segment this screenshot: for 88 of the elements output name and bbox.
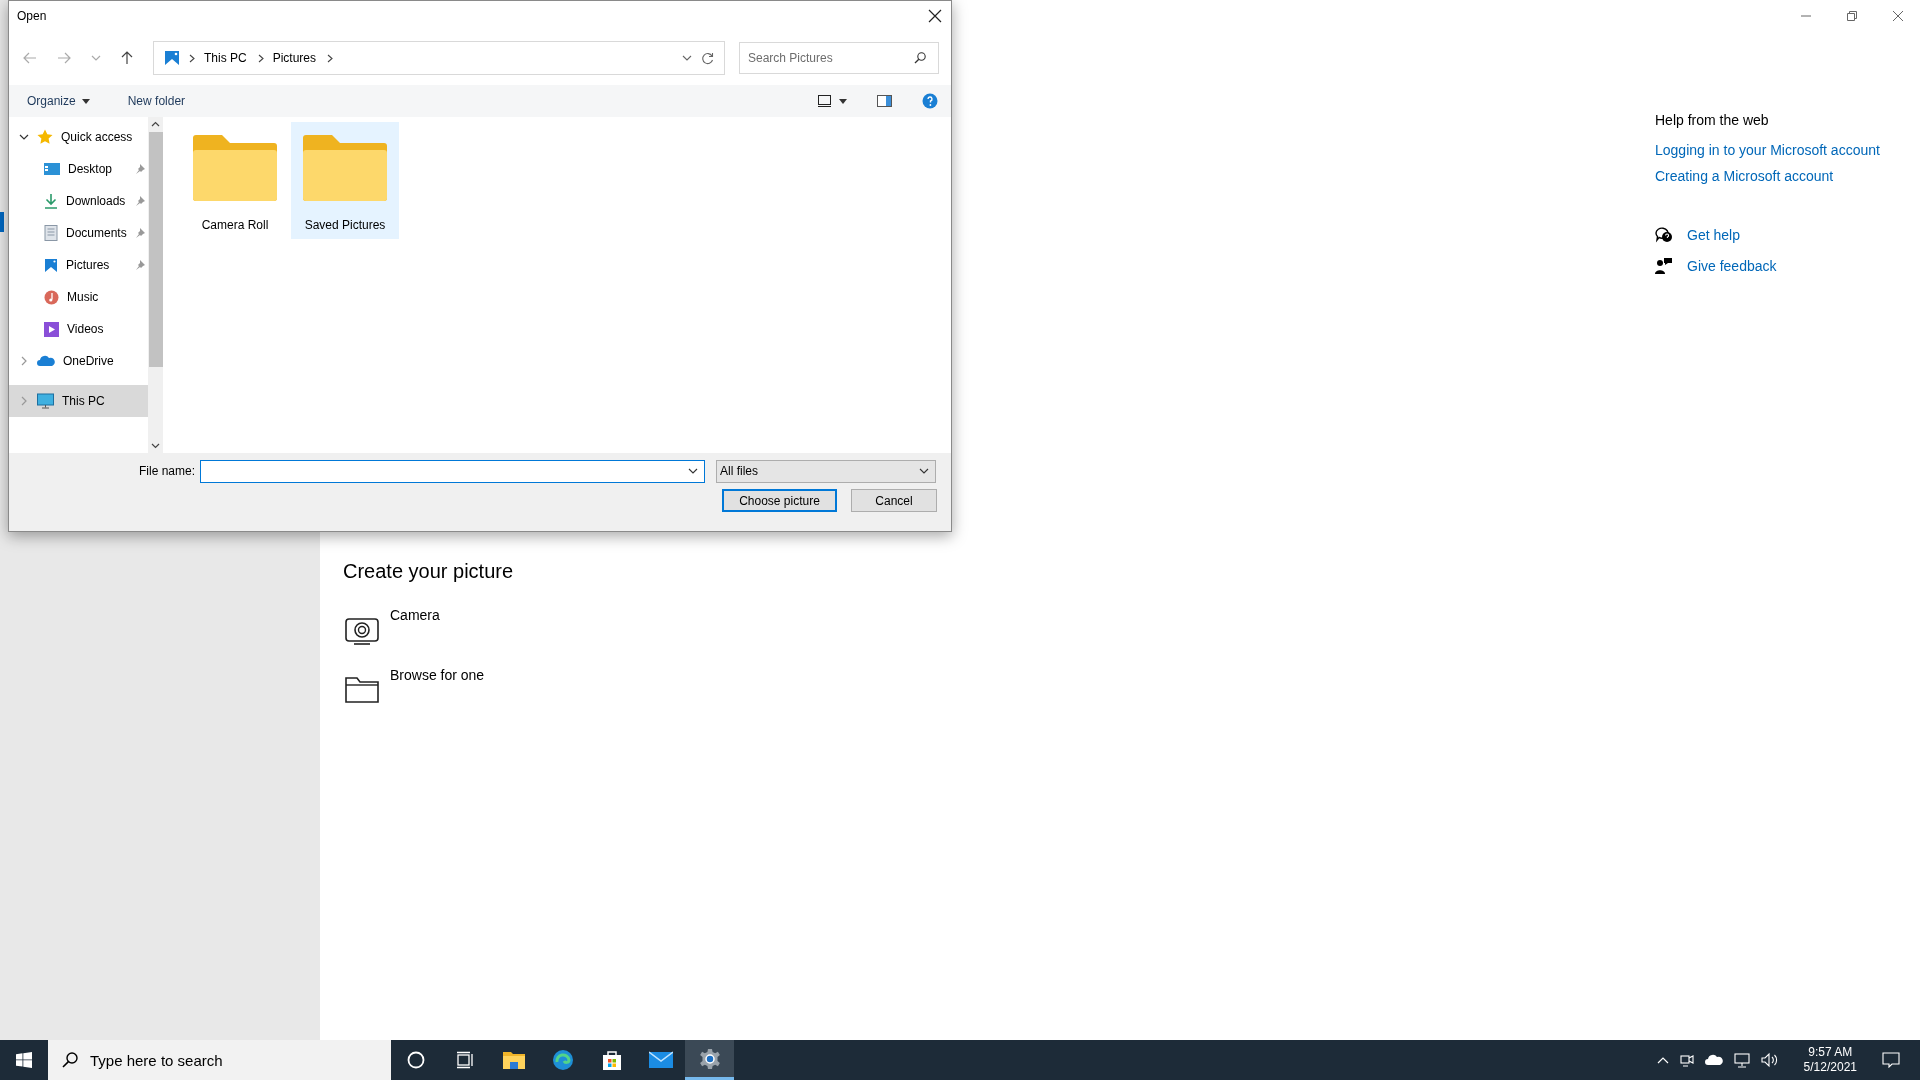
search-placeholder: Type here to search <box>90 1051 223 1069</box>
scroll-down-icon[interactable] <box>151 443 160 449</box>
restore-icon[interactable] <box>1846 10 1858 22</box>
nav-item[interactable]: Pictures <box>9 249 148 281</box>
scroll-up-icon[interactable] <box>151 121 160 127</box>
refresh-icon[interactable] <box>701 51 714 65</box>
pictures-icon <box>164 50 180 66</box>
close-icon[interactable] <box>928 9 942 23</box>
chevron-right-icon <box>189 53 195 63</box>
action-link[interactable]: Give feedback <box>1687 257 1777 274</box>
option-link[interactable]: Camera <box>390 607 440 623</box>
gear-icon <box>698 1047 721 1070</box>
dialog-button[interactable]: Cancel <box>851 489 937 512</box>
search-field[interactable]: Search Pictures <box>739 42 939 74</box>
search-icon <box>62 1052 78 1068</box>
new-folder-button[interactable]: New folder <box>121 90 192 112</box>
chat-question-icon[interactable] <box>1655 226 1673 243</box>
nav-item[interactable]: This PC <box>9 385 148 417</box>
caret-icon <box>81 98 90 104</box>
notification-icon[interactable] <box>1882 1052 1900 1068</box>
chevron-down-icon[interactable] <box>682 55 692 61</box>
desktop-icon <box>44 162 60 176</box>
pictures-icon <box>44 257 58 273</box>
search-icon <box>914 52 926 64</box>
window-title: Open <box>17 9 47 23</box>
document-icon <box>44 225 58 241</box>
breadcrumb-item[interactable]: This PC <box>204 51 247 65</box>
download-arrow-icon <box>44 193 58 209</box>
dialog-button[interactable]: Choose picture <box>722 489 837 512</box>
help-link[interactable]: Creating a Microsoft account <box>1655 168 1834 184</box>
folder-icon <box>501 1050 526 1070</box>
cloud-icon[interactable] <box>1704 1054 1723 1066</box>
nav-item[interactable]: OneDrive <box>9 345 148 377</box>
video-camera-icon[interactable] <box>1679 1052 1694 1068</box>
video-icon <box>44 321 59 337</box>
folder-item[interactable]: Saved Pictures <box>291 122 399 239</box>
music-note-icon <box>44 289 59 305</box>
monitor-icon <box>37 393 54 409</box>
folder-icon <box>192 134 278 202</box>
view-icon[interactable] <box>818 95 831 107</box>
search-placeholder: Search Pictures <box>748 51 833 65</box>
nav-item[interactable]: Downloads <box>9 185 148 217</box>
help-title: Help from the web <box>1655 112 1769 128</box>
nav-item[interactable]: Videos <box>9 313 148 345</box>
browser-icon <box>551 1049 574 1071</box>
star-icon <box>37 129 53 145</box>
scrollbar[interactable] <box>148 117 163 453</box>
chevron-right-icon[interactable] <box>327 53 334 63</box>
section-title: Create your picture <box>343 560 515 583</box>
search-field[interactable]: Type here to search <box>48 1040 391 1080</box>
breadcrumb-item[interactable]: Pictures <box>272 51 317 65</box>
help-icon[interactable] <box>922 93 938 109</box>
nav-item[interactable]: Quick access <box>9 121 148 153</box>
file-type-dropdown[interactable]: All files <box>716 459 937 483</box>
preview-pane-icon[interactable] <box>877 95 892 107</box>
chevron-down-icon <box>919 468 930 474</box>
cloud-icon <box>37 355 55 367</box>
up-arrow-icon[interactable] <box>121 51 133 65</box>
camera-icon[interactable] <box>345 615 379 645</box>
file-name-label: File name: <box>139 464 196 478</box>
speaker-icon[interactable] <box>1760 1052 1779 1068</box>
address-bar[interactable]: This PC Pictures <box>153 41 725 75</box>
cortana-icon <box>406 1051 425 1069</box>
option-link[interactable]: Browse for one <box>390 667 485 683</box>
help-link[interactable]: Logging in to your Microsoft account <box>1655 142 1880 158</box>
file-name-field[interactable] <box>200 459 706 483</box>
selection-indicator <box>0 212 4 232</box>
store-icon <box>601 1049 622 1071</box>
folder-item[interactable]: Camera Roll <box>181 122 289 239</box>
folder-icon <box>302 134 388 202</box>
nav-item[interactable]: Music <box>9 281 148 313</box>
clock-date[interactable]: 5/12/2021 <box>1803 1060 1857 1075</box>
chevron-right-icon <box>257 53 264 63</box>
task-view-icon <box>455 1051 474 1069</box>
nav-item[interactable]: Documents <box>9 217 148 249</box>
caret-icon[interactable] <box>839 98 847 104</box>
windows-logo-icon[interactable] <box>16 1052 32 1068</box>
nav-item[interactable]: Desktop <box>9 153 148 185</box>
folder-icon[interactable] <box>345 675 379 703</box>
network-icon[interactable] <box>1733 1052 1750 1068</box>
chevron-down-icon[interactable] <box>19 132 29 142</box>
clock-time[interactable]: 9:57 AM <box>1808 1045 1853 1060</box>
organize-button[interactable]: Organize <box>21 90 96 112</box>
person-feedback-icon[interactable] <box>1655 257 1673 274</box>
chevron-down-icon[interactable] <box>688 468 699 474</box>
chevron-up-icon[interactable] <box>1656 1056 1669 1064</box>
mail-icon <box>648 1051 673 1069</box>
action-link[interactable]: Get help <box>1687 226 1740 243</box>
